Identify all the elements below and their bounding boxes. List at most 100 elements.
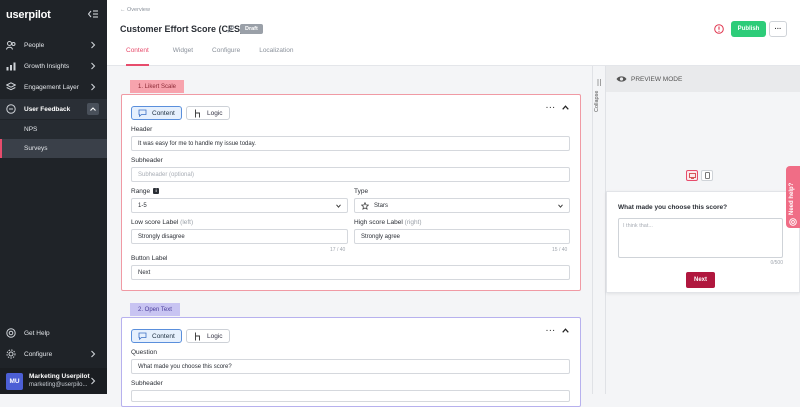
high-score-counter: 15 / 40 — [552, 247, 568, 253]
collapse-sidebar-icon[interactable] — [88, 10, 98, 18]
tab-widget[interactable]: Widget — [173, 42, 193, 66]
desktop-view-button[interactable] — [686, 170, 698, 181]
sidebar-subitem-surveys[interactable]: Surveys — [0, 139, 107, 158]
preview-panel: PREVIEW MODE What made you choose this s… — [606, 66, 800, 394]
chevron-up-icon[interactable] — [562, 328, 569, 333]
engagement-layer-icon — [6, 82, 16, 92]
survey-char-counter: 0/500 — [770, 260, 783, 266]
eye-icon — [616, 76, 627, 82]
low-score-label: Low score Label (left) — [131, 219, 193, 226]
alert-icon[interactable] — [714, 24, 724, 34]
survey-answer-field[interactable]: I think that... — [618, 218, 783, 258]
high-score-label-text: High score Label — [354, 219, 403, 226]
high-score-label: High score Label (right) — [354, 219, 422, 226]
chevron-up-icon[interactable] — [562, 105, 569, 110]
star-icon — [361, 201, 369, 210]
tab-configure[interactable]: Configure — [212, 42, 240, 66]
people-icon — [6, 40, 16, 50]
breadcrumb[interactable]: ← Overview — [120, 7, 150, 13]
sidebar-item-label: Growth Insights — [24, 62, 70, 70]
content-toggle-button[interactable]: Content — [131, 329, 182, 343]
question-input[interactable]: What made you choose this score? — [131, 359, 570, 374]
button-label-label: Button Label — [131, 255, 168, 262]
info-icon[interactable]: i — [153, 188, 160, 195]
tab-content[interactable]: Content — [126, 42, 149, 66]
collapse-label[interactable]: Collapse — [594, 82, 600, 112]
chevron-up-icon[interactable] — [87, 103, 99, 115]
likert-scale-card: Content Logic ··· Header It was easy for… — [121, 94, 581, 291]
publish-button[interactable]: Publish — [731, 21, 766, 37]
card-menu-button[interactable]: ··· — [546, 328, 556, 335]
section-tag-likert: 1. Likert Scale — [130, 80, 185, 93]
section-tag-open-text: 2. Open Text — [130, 303, 180, 316]
mobile-view-button[interactable] — [701, 170, 713, 181]
card-menu-button[interactable]: ··· — [546, 105, 556, 112]
need-help-label: Need help? — [789, 182, 795, 215]
edit-icon[interactable] — [227, 25, 235, 33]
sidebar-item-engagement-layer[interactable]: Engagement Layer — [0, 77, 107, 97]
low-score-label-text: Low score Label — [131, 219, 179, 226]
logic-toggle-label: Logic — [207, 332, 223, 340]
preview-title: PREVIEW MODE — [631, 75, 683, 83]
lifebuoy-icon — [789, 218, 797, 226]
gear-icon — [6, 349, 16, 359]
tab-localization[interactable]: Localization — [259, 42, 293, 66]
subheader-input[interactable] — [131, 390, 570, 402]
device-toggle — [686, 170, 713, 181]
need-help-tab[interactable]: Need help? — [786, 166, 800, 228]
header-label: Header — [131, 126, 153, 133]
avatar: MU — [6, 372, 23, 390]
content-toggle-button[interactable]: Content — [131, 106, 182, 120]
more-options-button[interactable]: ··· — [769, 21, 787, 37]
sidebar-item-label: Get Help — [24, 329, 50, 337]
sidebar-item-get-help[interactable]: Get Help — [0, 323, 107, 343]
chevron-right-icon — [91, 62, 96, 70]
survey-preview-card: What made you choose this score? I think… — [606, 191, 800, 293]
button-label-input[interactable]: Next — [131, 265, 570, 280]
type-label: Type — [354, 188, 369, 195]
sidebar-item-user-feedback[interactable]: User Feedback — [0, 99, 107, 119]
mobile-icon — [704, 172, 710, 179]
app-logo[interactable]: userpilot — [6, 9, 51, 21]
logic-toggle-label: Logic — [207, 109, 223, 117]
subheader-label: Subheader — [131, 380, 163, 387]
logic-toggle-button[interactable]: Logic — [186, 106, 230, 120]
status-badge: Draft — [240, 24, 263, 34]
logic-toggle-button[interactable]: Logic — [186, 329, 230, 343]
type-select-value: Stars — [374, 202, 389, 209]
content-toggle-label: Content — [152, 109, 175, 117]
subheader-input[interactable]: Subheader (optional) — [131, 167, 570, 182]
sidebar-item-label: Engagement Layer — [24, 83, 79, 91]
question-label: Question — [131, 349, 158, 356]
type-select[interactable]: Stars — [354, 198, 570, 213]
chevron-right-icon — [91, 350, 96, 358]
sidebar-item-people[interactable]: People — [0, 35, 107, 55]
desktop-icon — [688, 172, 696, 179]
chevron-right-icon — [91, 41, 96, 49]
user-feedback-icon — [6, 104, 16, 114]
low-score-input[interactable]: Strongly disagree — [131, 229, 348, 244]
page-title: Customer Effort Score (CES) — [120, 24, 244, 34]
survey-next-button[interactable]: Next — [686, 272, 715, 288]
preview-collapse-rail[interactable]: Collapse — [592, 66, 606, 394]
survey-editor: 1. Likert Scale Content Logic ··· Header… — [107, 66, 592, 407]
user-name: Marketing Userpilot — [29, 373, 90, 380]
range-select-value: 1-5 — [138, 202, 147, 209]
header-input[interactable]: It was easy for me to handle my issue to… — [131, 136, 570, 151]
page-header: ← Overview Customer Effort Score (CES) D… — [107, 0, 800, 66]
range-select[interactable]: 1-5 — [131, 198, 348, 213]
user-account[interactable]: MU Marketing Userpilot marketing@userpil… — [0, 368, 107, 394]
chevron-right-icon — [91, 377, 96, 385]
sidebar-subitem-nps[interactable]: NPS — [0, 120, 107, 139]
preview-header: PREVIEW MODE — [606, 66, 800, 92]
chat-icon — [138, 332, 147, 341]
high-score-hint: (right) — [404, 219, 422, 226]
high-score-input[interactable]: Strongly agree — [354, 229, 570, 244]
sidebar-item-growth-insights[interactable]: Growth Insights — [0, 56, 107, 76]
logic-icon — [193, 109, 202, 118]
logic-icon — [193, 332, 202, 341]
tab-bar: Content Widget Configure Localization — [120, 42, 294, 66]
range-label: Range i — [131, 188, 160, 195]
sidebar-item-configure[interactable]: Configure — [0, 344, 107, 364]
low-score-counter: 17 / 40 — [330, 247, 346, 253]
